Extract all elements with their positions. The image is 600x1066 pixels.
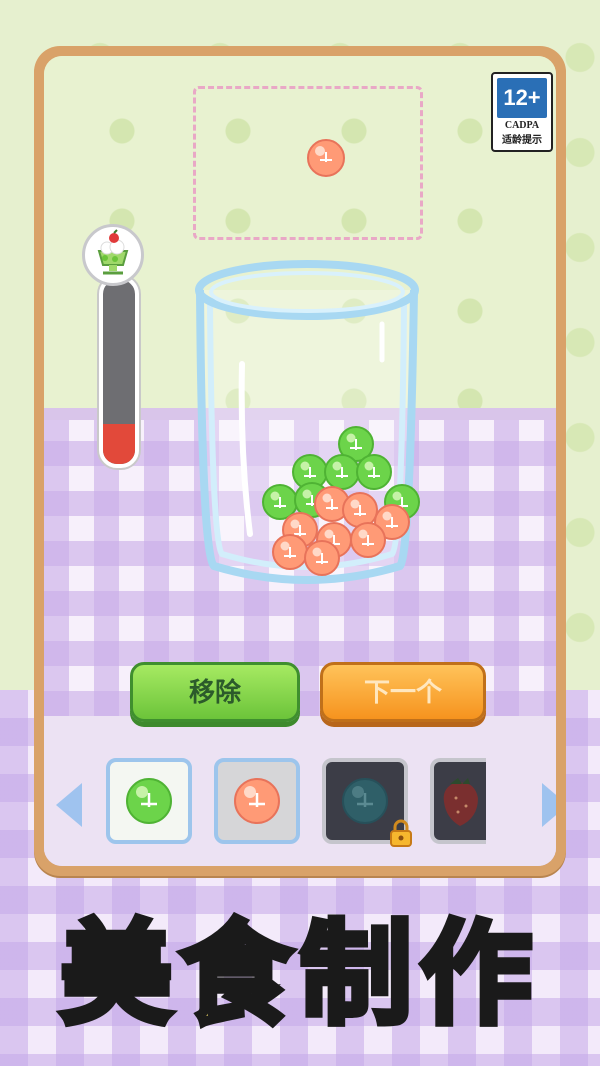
melon-parfait-icon (82, 224, 144, 286)
glass (195, 260, 420, 584)
item-slot-orange-boba[interactable] (214, 758, 300, 844)
green-boba-ball (356, 454, 392, 490)
orange-boba-ball (272, 534, 308, 570)
age-rating-hint: 适龄提示 (502, 135, 542, 146)
item-slot-strawberry-locked[interactable] (430, 758, 486, 844)
lock-icon (390, 819, 412, 847)
orange-boba-ball (304, 540, 340, 576)
game-title: 美食制作 (0, 895, 600, 1055)
title-char-2: 食 (177, 907, 300, 1043)
game-card: 12+ CADPA 适龄提示 移除 下一个 (34, 46, 566, 876)
remove-button[interactable]: 移除 (130, 662, 300, 722)
orange-boba-ball (350, 522, 386, 558)
title-char-1: 美 (57, 907, 180, 1043)
progress-gauge-fill (103, 423, 135, 464)
title-char-3: 制 (297, 907, 420, 1043)
age-rating-number: 12+ (497, 78, 547, 118)
age-rating-badge: 12+ CADPA 适龄提示 (491, 72, 553, 152)
scroll-left-arrow-icon[interactable] (56, 783, 82, 827)
green-boba-ball (262, 484, 298, 520)
age-rating-org: CADPA (504, 120, 540, 131)
orange-boba-ball (342, 492, 378, 528)
next-button[interactable]: 下一个 (320, 662, 486, 722)
orange-boba-icon (234, 778, 280, 824)
game-scene: 12+ CADPA 适龄提示 移除 下一个 (44, 56, 556, 866)
progress-gauge (99, 276, 139, 468)
green-boba-ball (324, 454, 360, 490)
item-slot-green-boba[interactable] (106, 758, 192, 844)
strawberry-icon (443, 778, 478, 826)
title-char-4: 作 (417, 907, 540, 1043)
scroll-right-arrow-icon[interactable] (542, 783, 556, 827)
held-orange-ball[interactable] (306, 138, 346, 178)
green-boba-icon (126, 778, 172, 824)
